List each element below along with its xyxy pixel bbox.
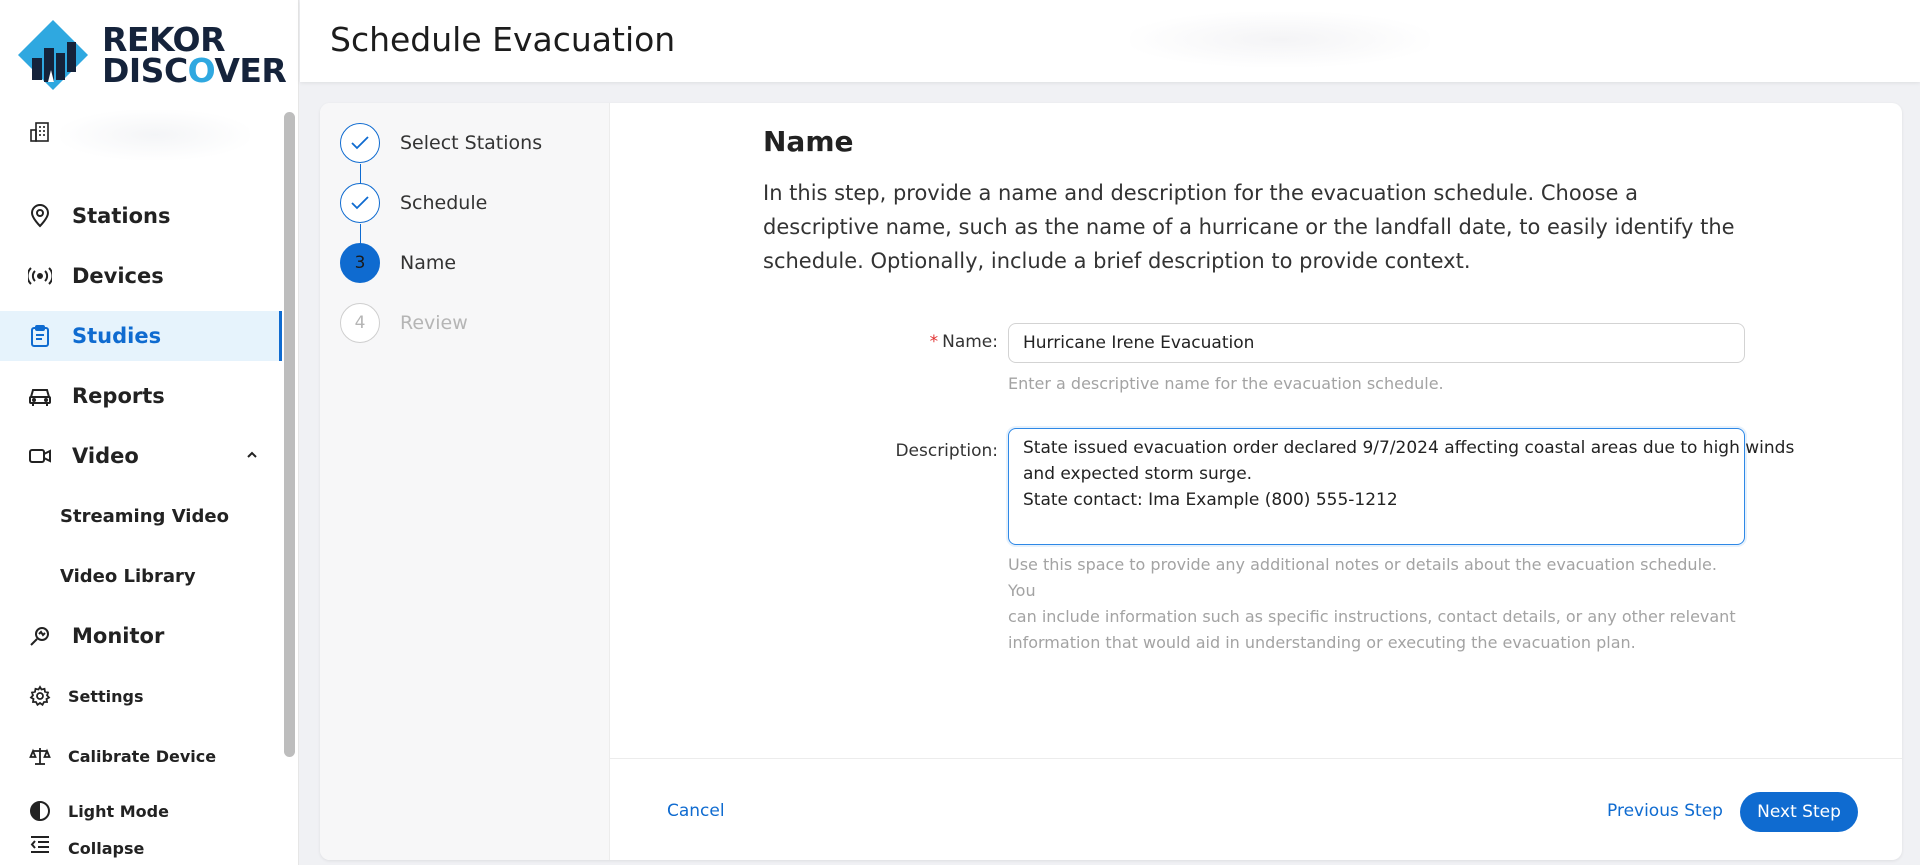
section-heading: Name (763, 125, 854, 158)
sidebar-item-streaming-video[interactable]: Streaming Video (0, 491, 282, 541)
sidebar-item-label: Studies (72, 324, 162, 348)
step-label: Name (400, 252, 457, 274)
sidebar-item-stations[interactable]: Stations (0, 191, 282, 241)
page-title: Schedule Evacuation (330, 20, 676, 59)
sidebar-item-label: Stations (72, 204, 171, 228)
brand-line2: DISCOVER (102, 51, 287, 90)
required-marker: * (929, 332, 939, 352)
contrast-icon (28, 799, 52, 823)
chevron-up-icon[interactable] (246, 449, 258, 461)
step-content: Name In this step, provide a name and de… (763, 123, 1763, 278)
car-icon (28, 384, 52, 408)
sidebar-item-devices[interactable]: Devices (0, 251, 282, 301)
check-icon (340, 123, 380, 163)
sidebar-item-video-library[interactable]: Video Library (0, 551, 282, 601)
sidebar-item-settings[interactable]: Settings (0, 671, 282, 721)
sidebar-item-label: Video Library (60, 565, 196, 587)
check-icon (340, 183, 380, 223)
brand-logo[interactable]: REKOR DISCOVER (18, 20, 287, 90)
clipboard-icon (28, 324, 52, 348)
building-icon[interactable] (28, 120, 52, 144)
previous-step-button[interactable]: Previous Step (1607, 801, 1723, 821)
section-description: In this step, provide a name and descrip… (763, 181, 1735, 273)
step-review[interactable]: 4 Review (340, 303, 468, 343)
sidebar: REKOR DISCOVER Stations Devices Studies … (0, 0, 299, 865)
sidebar-scrollbar[interactable] (284, 112, 295, 757)
sidebar-item-label: Devices (72, 264, 164, 288)
sidebar-item-label: Streaming Video (60, 505, 229, 527)
cancel-button[interactable]: Cancel (667, 801, 725, 821)
sidebar-item-label: Monitor (72, 624, 165, 648)
step-label: Schedule (400, 192, 488, 214)
step-schedule[interactable]: Schedule (340, 183, 487, 223)
wizard-card: Select Stations Schedule 3 Name 4 Review… (320, 103, 1902, 860)
step-label: Review (400, 312, 468, 334)
wizard-steps: Select Stations Schedule 3 Name 4 Review (320, 103, 610, 860)
video-camera-icon (28, 444, 52, 468)
sidebar-item-reports[interactable]: Reports (0, 371, 282, 421)
sidebar-item-label: Light Mode (68, 801, 169, 821)
next-step-button[interactable]: Next Step (1740, 792, 1858, 832)
gear-icon (28, 684, 52, 708)
org-selector[interactable] (60, 110, 250, 160)
sidebar-item-video[interactable]: Video (0, 431, 282, 481)
rekor-logo-icon (18, 20, 88, 90)
sidebar-item-label: Video (72, 444, 139, 468)
description-help-text: Use this space to provide any additional… (1008, 555, 1736, 652)
step-select-stations[interactable]: Select Stations (340, 123, 542, 163)
step-number: 4 (340, 303, 380, 343)
sidebar-item-label: Settings (68, 686, 144, 706)
scale-balance-icon (28, 744, 52, 768)
sidebar-item-monitor[interactable]: Monitor (0, 611, 282, 661)
sidebar-item-calibrate-device[interactable]: Calibrate Device (0, 731, 282, 781)
step-name[interactable]: 3 Name (340, 243, 456, 283)
map-pin-icon (28, 204, 52, 228)
collapse-menu-icon (28, 832, 52, 856)
name-input[interactable]: Hurricane Irene Evacuation (1008, 323, 1745, 363)
step-connector (360, 224, 361, 244)
description-field-label: Description: (895, 441, 998, 461)
step-number: 3 (340, 243, 380, 283)
description-textarea[interactable]: State issued evacuation order declared 9… (1008, 428, 1794, 545)
sidebar-item-label: Reports (72, 384, 165, 408)
broadcast-icon (28, 264, 52, 288)
page-header: Schedule Evacuation (300, 0, 1920, 82)
step-label: Select Stations (400, 132, 543, 154)
sidebar-item-label: Collapse (68, 839, 145, 858)
sidebar-item-collapse[interactable]: Collapse (0, 826, 282, 865)
name-help-text: Enter a descriptive name for the evacuat… (1008, 374, 1444, 393)
monitor-search-icon (28, 624, 52, 648)
name-field-label: * Name: (929, 332, 998, 352)
sidebar-item-label: Calibrate Device (68, 746, 217, 766)
header-user-area[interactable] (1130, 12, 1430, 67)
sidebar-item-studies[interactable]: Studies (0, 311, 282, 361)
step-connector (360, 164, 361, 184)
